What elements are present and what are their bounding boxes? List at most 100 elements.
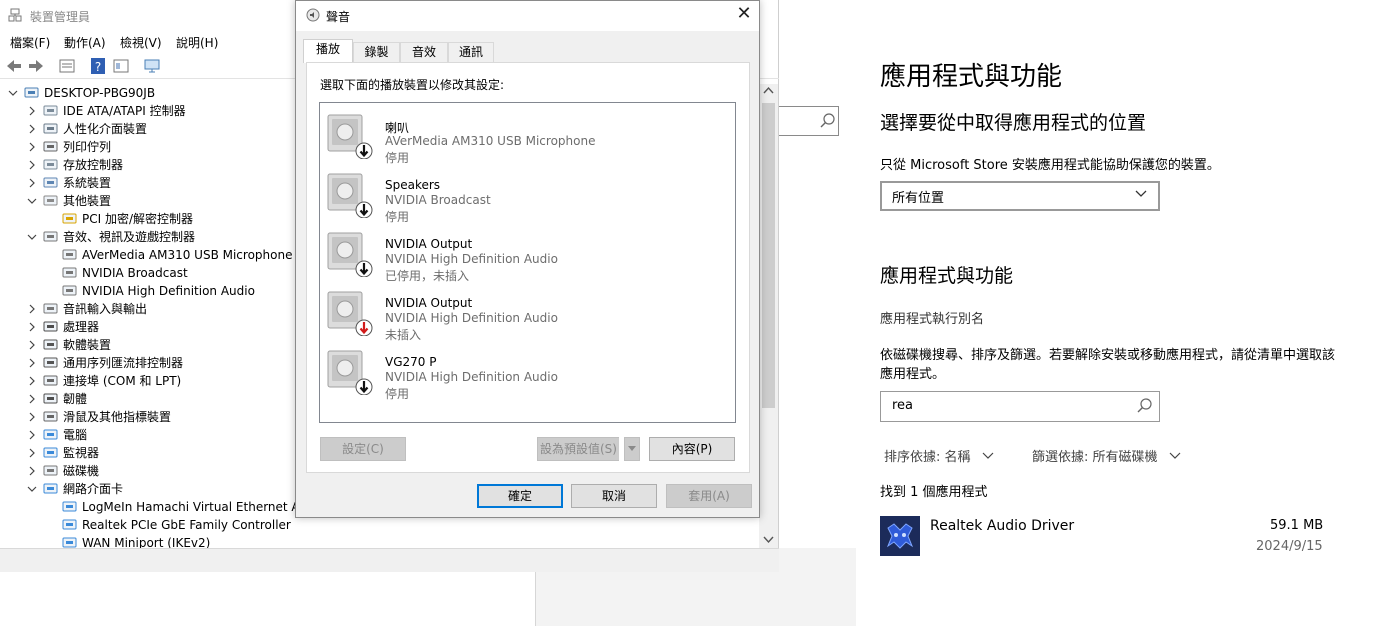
monitor-icon — [43, 428, 58, 442]
other-devices-icon — [43, 194, 58, 208]
ok-button[interactable]: 確定 — [477, 484, 563, 508]
set-default-button[interactable]: 設為預設值(S) — [537, 437, 619, 461]
configure-button[interactable]: 設定(C) — [320, 437, 406, 461]
tree-item-label: IDE ATA/ATAPI 控制器 — [63, 104, 186, 118]
chevron-down-icon — [1134, 186, 1148, 204]
device-driver: NVIDIA Broadcast — [385, 193, 491, 207]
collapsed-chevron-icon[interactable] — [27, 444, 37, 462]
collapsed-chevron-icon[interactable] — [27, 102, 37, 120]
cancel-button[interactable]: 取消 — [571, 484, 657, 508]
app-size: 59.1 MB — [1270, 518, 1324, 533]
search-icon[interactable] — [1136, 396, 1154, 416]
network-adapter-icon — [62, 518, 77, 532]
tab-sounds[interactable]: 音效 — [400, 42, 448, 62]
location-dropdown-value: 所有位置 — [892, 191, 945, 206]
app-search-input[interactable] — [880, 391, 1160, 422]
filter-dropdown[interactable]: 篩選依據: 所有磁碟機 — [1032, 446, 1182, 465]
tree-item-label: PCI 加密/解密控制器 — [82, 212, 194, 226]
menu-help[interactable]: 說明(H) — [176, 34, 218, 51]
speaker-device-icon — [326, 111, 373, 160]
monitor-icon — [43, 446, 58, 460]
expanded-chevron-icon[interactable] — [27, 480, 37, 498]
view-icon[interactable] — [112, 57, 130, 75]
sort-dropdown[interactable]: 排序依據: 名稱 — [884, 446, 995, 465]
apply-button[interactable]: 套用(A) — [666, 484, 752, 508]
properties-icon[interactable] — [58, 57, 76, 75]
tab-recording[interactable]: 錄製 — [353, 42, 400, 62]
app-install-date: 2024/9/15 — [1256, 539, 1323, 554]
tree-item-label: 網路介面卡 — [63, 482, 124, 496]
playback-device[interactable]: NVIDIA Output NVIDIA High Definition Audi… — [320, 288, 735, 344]
tree-item-label: 軟體裝置 — [63, 338, 112, 352]
network-adapter-icon — [62, 536, 77, 548]
device-status: 停用 — [385, 151, 410, 165]
printer-icon — [43, 140, 58, 154]
expanded-chevron-icon[interactable] — [27, 192, 37, 210]
monitor-scan-icon[interactable] — [143, 57, 161, 75]
device-manager-icon — [8, 8, 22, 22]
chevron-down-icon — [1169, 452, 1181, 459]
tree-item[interactable]: WAN Miniport (IKEv2) — [0, 534, 535, 548]
background-search-box[interactable] — [778, 106, 839, 136]
speaker-icon — [62, 266, 77, 280]
collapsed-chevron-icon[interactable] — [27, 174, 37, 192]
network-icon — [43, 482, 58, 496]
collapsed-chevron-icon[interactable] — [27, 336, 37, 354]
menu-file[interactable]: 檔案(F) — [10, 34, 50, 51]
collapsed-chevron-icon[interactable] — [27, 426, 37, 444]
tab-playback[interactable]: 播放 — [303, 39, 353, 63]
tree-item[interactable]: Realtek PCIe GbE Family Controller — [0, 516, 535, 534]
collapsed-chevron-icon[interactable] — [27, 372, 37, 390]
collapsed-chevron-icon[interactable] — [27, 300, 37, 318]
collapsed-chevron-icon[interactable] — [27, 390, 37, 408]
app-alias-link[interactable]: 應用程式執行別名 — [880, 308, 984, 327]
svg-text:?: ? — [95, 60, 101, 74]
set-default-dropdown[interactable] — [624, 437, 640, 461]
scrollbar-thumb[interactable] — [762, 103, 775, 408]
tree-item-label: 連接埠 (COM 和 LPT) — [63, 374, 182, 388]
expanded-chevron-icon[interactable] — [27, 228, 37, 246]
sound-dialog-titlebar — [296, 1, 759, 31]
playback-device[interactable]: 喇叭 AVerMedia AM310 USB Microphone 停用 — [320, 111, 735, 167]
speaker-device-icon — [326, 288, 373, 337]
tree-item-label: DESKTOP-PBG90JB — [44, 86, 156, 100]
forward-arrow-icon[interactable] — [27, 57, 45, 75]
expanded-chevron-icon[interactable] — [8, 84, 18, 102]
collapsed-chevron-icon[interactable] — [27, 354, 37, 372]
tree-item-label: 列印佇列 — [63, 140, 112, 154]
tree-item-label: NVIDIA Broadcast — [82, 266, 188, 280]
scroll-down-icon[interactable] — [763, 533, 774, 547]
collapsed-chevron-icon[interactable] — [27, 156, 37, 174]
tab-communications[interactable]: 通訊 — [448, 42, 494, 62]
app-name[interactable]: Realtek Audio Driver — [930, 518, 1074, 534]
menu-action[interactable]: 動作(A) — [64, 34, 106, 51]
playback-device-list[interactable]: 喇叭 AVerMedia AM310 USB Microphone 停用 Speake… — [319, 102, 736, 423]
tree-item-label: 韌體 — [63, 392, 88, 406]
instruction-text: 選取下面的播放裝置以修改其設定: — [320, 78, 505, 92]
tree-item-label: 處理器 — [63, 320, 100, 334]
collapsed-chevron-icon[interactable] — [27, 318, 37, 336]
device-status: 停用 — [385, 210, 410, 224]
collapsed-chevron-icon[interactable] — [27, 462, 37, 480]
collapsed-chevron-icon[interactable] — [27, 408, 37, 426]
help-icon[interactable]: ? — [89, 57, 107, 75]
scroll-up-icon[interactable] — [763, 86, 774, 99]
collapsed-chevron-icon[interactable] — [27, 120, 37, 138]
playback-device[interactable]: NVIDIA Output NVIDIA High Definition Audi… — [320, 229, 735, 285]
properties-button[interactable]: 內容(P) — [649, 437, 735, 461]
collapsed-chevron-icon[interactable] — [27, 138, 37, 156]
close-icon[interactable]: ✕ — [734, 4, 754, 24]
playback-device[interactable]: Speakers NVIDIA Broadcast 停用 — [320, 170, 735, 226]
device-status: 停用 — [385, 387, 410, 401]
device-name: NVIDIA Output — [385, 237, 473, 251]
device-driver: NVIDIA High Definition Audio — [385, 252, 558, 266]
page-title: 應用程式與功能 — [880, 62, 1063, 92]
playback-device[interactable]: VG270 P NVIDIA High Definition Audio 停用 — [320, 347, 735, 403]
device-name: VG270 P — [385, 355, 437, 369]
back-arrow-icon[interactable] — [5, 57, 23, 75]
tree-item-label: 監視器 — [63, 446, 100, 460]
status-bar — [0, 548, 779, 572]
menu-view[interactable]: 檢視(V) — [120, 34, 162, 51]
tree-item-label: 磁碟機 — [63, 464, 100, 478]
software-device-icon — [43, 338, 58, 352]
